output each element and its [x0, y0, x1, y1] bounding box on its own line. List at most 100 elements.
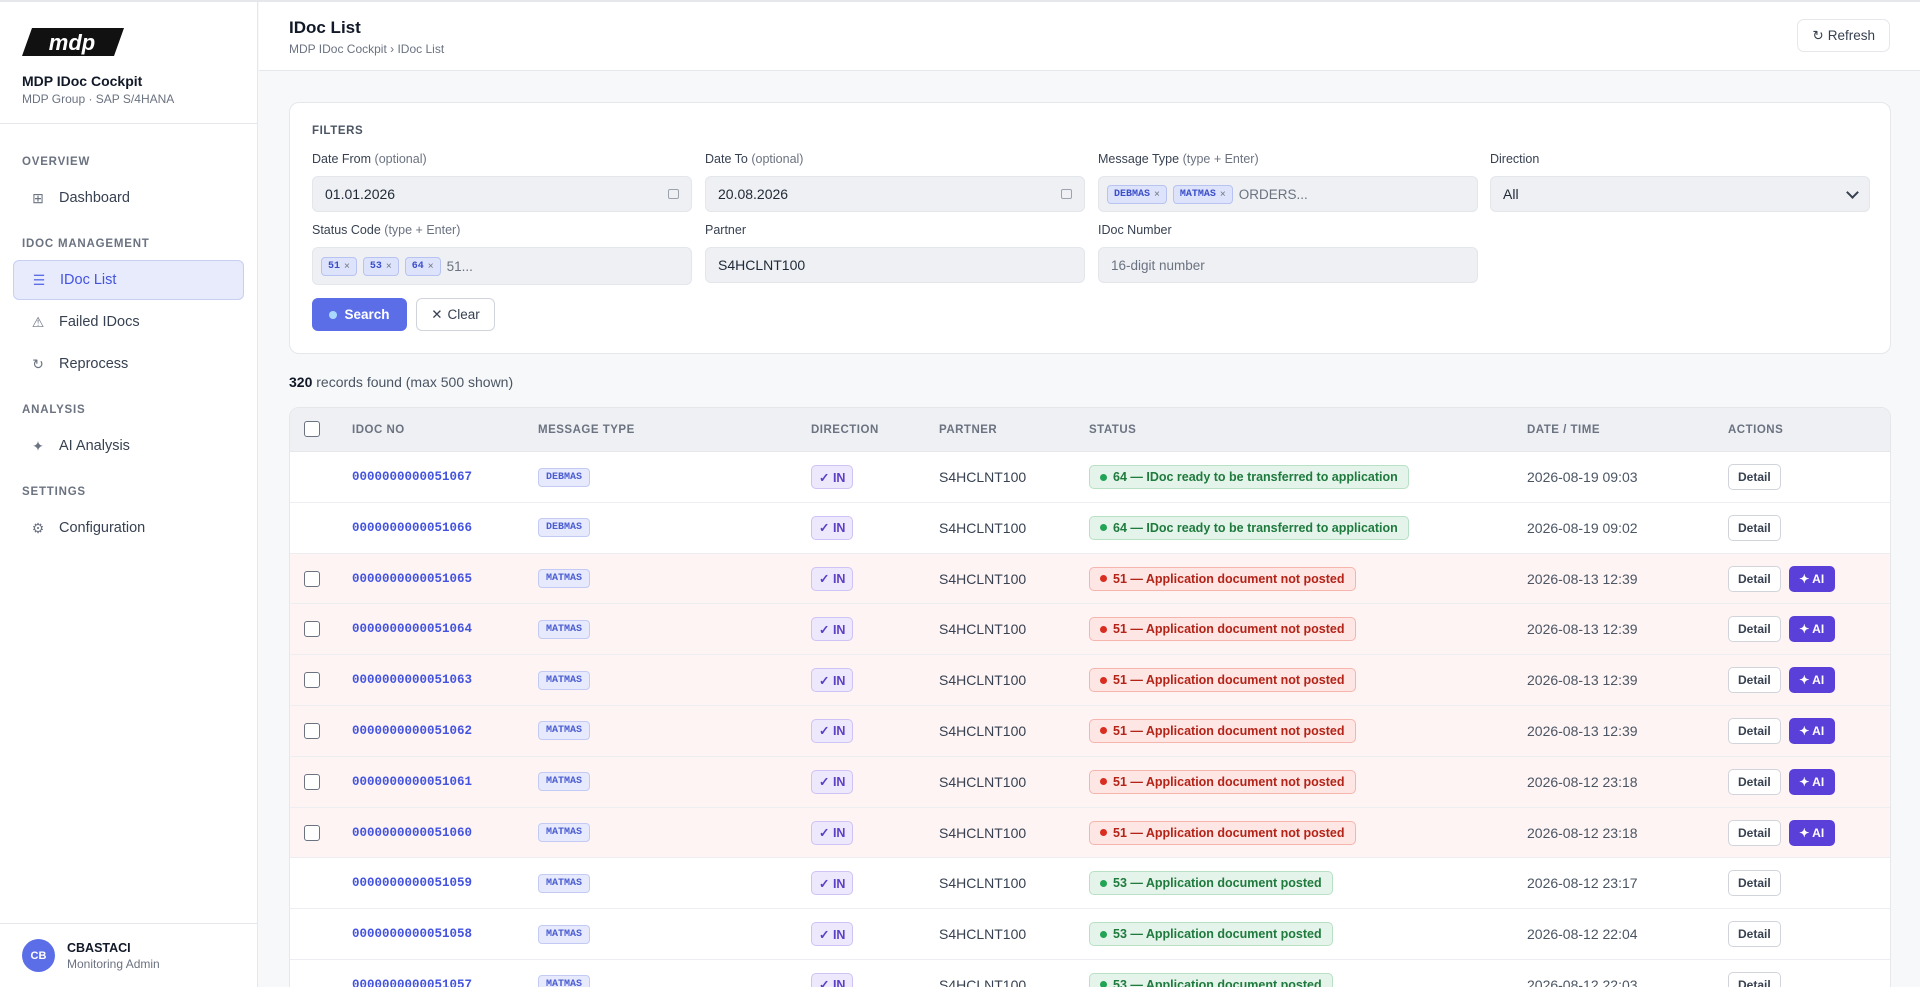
idoc-number-label: IDoc Number	[1098, 223, 1172, 237]
remove-chip-icon[interactable]: ×	[428, 261, 434, 272]
detail-button[interactable]: Detail	[1728, 565, 1781, 592]
idoc-number-link[interactable]: 0000000000051058	[352, 927, 472, 941]
table-row[interactable]: 0000000000051066 DEBMAS ✓ IN S4HCLNT100 64 —…	[290, 503, 1890, 554]
idoc-number-link[interactable]: 0000000000051059	[352, 876, 472, 890]
filters-panel: FILTERS Date From (optional) 01.01.2026 …	[289, 102, 1891, 354]
avatar: CB	[22, 939, 55, 972]
sidebar-nav: OVERVIEW ⊞ Dashboard IDOC MANAGEMENT ☰ I…	[0, 124, 257, 548]
partner-input[interactable]: S4HCLNT100	[705, 247, 1085, 283]
user-profile[interactable]: CB CBASTACI Monitoring Admin	[0, 923, 257, 987]
sidebar-item-reprocess[interactable]: ↻ Reprocess	[13, 344, 244, 384]
sidebar-item-ai-analysis[interactable]: ✦ AI Analysis	[13, 426, 244, 466]
message-type-input[interactable]: DEBMAS × MATMAS × ORDERS...	[1098, 176, 1478, 212]
row-checkbox[interactable]	[304, 672, 320, 689]
ai-analysis-button[interactable]: ✦ AI	[1788, 717, 1835, 744]
detail-button[interactable]: Detail	[1728, 717, 1781, 744]
remove-chip-icon[interactable]: ×	[1154, 189, 1160, 200]
idoc-number-input[interactable]: 16-digit number	[1098, 247, 1478, 283]
idoc-number-link[interactable]: 0000000000051067	[352, 470, 472, 484]
ai-analysis-button[interactable]: ✦ AI	[1788, 565, 1835, 592]
remove-chip-icon[interactable]: ×	[1220, 189, 1226, 200]
search-button[interactable]: Search	[312, 298, 407, 331]
table-row[interactable]: 0000000000051062 MATMAS ✓ IN S4HCLNT100 51 —…	[290, 705, 1890, 757]
remove-chip-icon[interactable]: ×	[344, 261, 350, 272]
message-type-field: Message Type (type + Enter) DEBMAS × MATM…	[1098, 152, 1478, 212]
row-checkbox[interactable]	[304, 824, 320, 841]
idoc-number-link[interactable]: 0000000000051066	[352, 521, 472, 535]
table-row[interactable]: 0000000000051065 MATMAS ✓ IN S4HCLNT100 51 —…	[290, 553, 1890, 605]
table-row[interactable]: 0000000000051059 MATMAS ✓ IN S4HCLNT100 53 —…	[290, 858, 1890, 910]
col-idoc-no[interactable]: IDOC NO	[352, 408, 405, 452]
sidebar-item-idoc-list[interactable]: ☰ IDoc List	[13, 260, 244, 300]
col-actions: ACTIONS	[1728, 424, 1784, 436]
status-text: 51 — Application document not posted	[1113, 723, 1345, 738]
detail-button[interactable]: Detail	[1728, 870, 1781, 897]
row-checkbox[interactable]	[304, 722, 320, 739]
calendar-icon[interactable]	[668, 189, 679, 199]
detail-button[interactable]: Detail	[1728, 616, 1781, 643]
col-date-time[interactable]: DATE / TIME	[1527, 408, 1600, 452]
idoc-number-link[interactable]: 0000000000051057	[352, 978, 472, 987]
sidebar-item-label: Failed IDocs	[59, 314, 140, 330]
row-checkbox[interactable]	[304, 773, 320, 790]
idoc-number-link[interactable]: 0000000000051063	[352, 673, 472, 687]
sidebar-item-dashboard[interactable]: ⊞ Dashboard	[13, 178, 244, 218]
detail-button[interactable]: Detail	[1728, 921, 1781, 948]
idoc-number-link[interactable]: 0000000000051062	[352, 724, 472, 738]
idoc-number-link[interactable]: 0000000000051060	[352, 826, 472, 840]
table-row[interactable]: 0000000000051060 MATMAS ✓ IN S4HCLNT100 51 —…	[290, 807, 1890, 859]
search-button-label: Search	[344, 307, 390, 322]
select-all-checkbox[interactable]	[304, 421, 320, 437]
mdp-logo[interactable]: mdp	[22, 26, 124, 58]
date-from-input[interactable]: 01.01.2026	[312, 176, 692, 212]
date-from-value: 01.01.2026	[325, 186, 396, 202]
calendar-icon[interactable]	[1061, 189, 1072, 199]
status-code-hint: (type + Enter)	[384, 223, 461, 237]
refresh-button[interactable]: ↻ Refresh	[1797, 19, 1890, 52]
table-row[interactable]: 0000000000051061 MATMAS ✓ IN S4HCLNT100 51 —…	[290, 756, 1890, 808]
col-direction[interactable]: DIRECTION	[811, 408, 879, 452]
message-type-badge: MATMAS	[538, 721, 591, 741]
table-row[interactable]: 0000000000051058 MATMAS ✓ IN S4HCLNT100 53 —…	[290, 909, 1890, 960]
date-to-input[interactable]: 20.08.2026	[705, 176, 1085, 212]
status-code-field: Status Code (type + Enter) 51 × 53 × 64 × 5…	[312, 223, 692, 285]
datetime-value: 2026-08-12 22:04	[1527, 926, 1638, 943]
direction-select[interactable]: All	[1490, 176, 1870, 212]
col-status[interactable]: STATUS	[1089, 408, 1136, 452]
row-checkbox[interactable]	[304, 621, 320, 638]
records-text: records found	[316, 374, 402, 390]
col-message-type[interactable]: MESSAGE TYPE	[538, 408, 635, 452]
detail-button[interactable]: Detail	[1728, 819, 1781, 846]
col-partner[interactable]: PARTNER	[939, 408, 997, 452]
detail-button[interactable]: Detail	[1728, 464, 1781, 490]
sidebar-item-configuration[interactable]: ⚙ Configuration	[13, 508, 244, 548]
table-row[interactable]: 0000000000051057 MATMAS ✓ IN S4HCLNT100 53 —…	[290, 960, 1890, 987]
message-type-badge: DEBMAS	[538, 518, 591, 538]
ai-analysis-button[interactable]: ✦ AI	[1788, 819, 1835, 846]
ai-analysis-button[interactable]: ✦ AI	[1788, 667, 1835, 694]
table-row[interactable]: 0000000000051067 DEBMAS ✓ IN S4HCLNT100 64 —…	[290, 452, 1890, 503]
partner-field: Partner S4HCLNT100	[705, 223, 1085, 283]
clear-button[interactable]: ✕ Clear	[416, 298, 495, 331]
search-icon	[329, 310, 338, 319]
idoc-number-link[interactable]: 0000000000051061	[352, 775, 472, 789]
detail-button[interactable]: Detail	[1728, 667, 1781, 694]
idoc-number-link[interactable]: 0000000000051064	[352, 622, 472, 636]
remove-chip-icon[interactable]: ×	[386, 261, 392, 272]
row-checkbox[interactable]	[304, 570, 320, 587]
table-row[interactable]: 0000000000051064 MATMAS ✓ IN S4HCLNT100 51 —…	[290, 604, 1890, 656]
table-row[interactable]: 0000000000051063 MATMAS ✓ IN S4HCLNT100 51 —…	[290, 655, 1890, 706]
sidebar-item-failed-idocs[interactable]: ⚠ Failed IDocs	[13, 302, 244, 342]
detail-button[interactable]: Detail	[1728, 971, 1781, 987]
message-type-badge: MATMAS	[538, 619, 591, 639]
status-dot-icon	[1100, 473, 1107, 481]
ai-analysis-button[interactable]: ✦ AI	[1788, 768, 1835, 795]
ai-analysis-button[interactable]: ✦ AI	[1788, 616, 1835, 643]
status-code-input[interactable]: 51 × 53 × 64 × 51...	[312, 247, 692, 285]
detail-button[interactable]: Detail	[1728, 768, 1781, 795]
status-code-label: Status Code	[312, 223, 381, 237]
datetime-value: 2026-08-13 12:39	[1527, 672, 1638, 689]
idoc-number-link[interactable]: 0000000000051065	[352, 572, 472, 586]
detail-button[interactable]: Detail	[1728, 514, 1781, 541]
sidebar-item-label: IDoc List	[60, 272, 117, 288]
